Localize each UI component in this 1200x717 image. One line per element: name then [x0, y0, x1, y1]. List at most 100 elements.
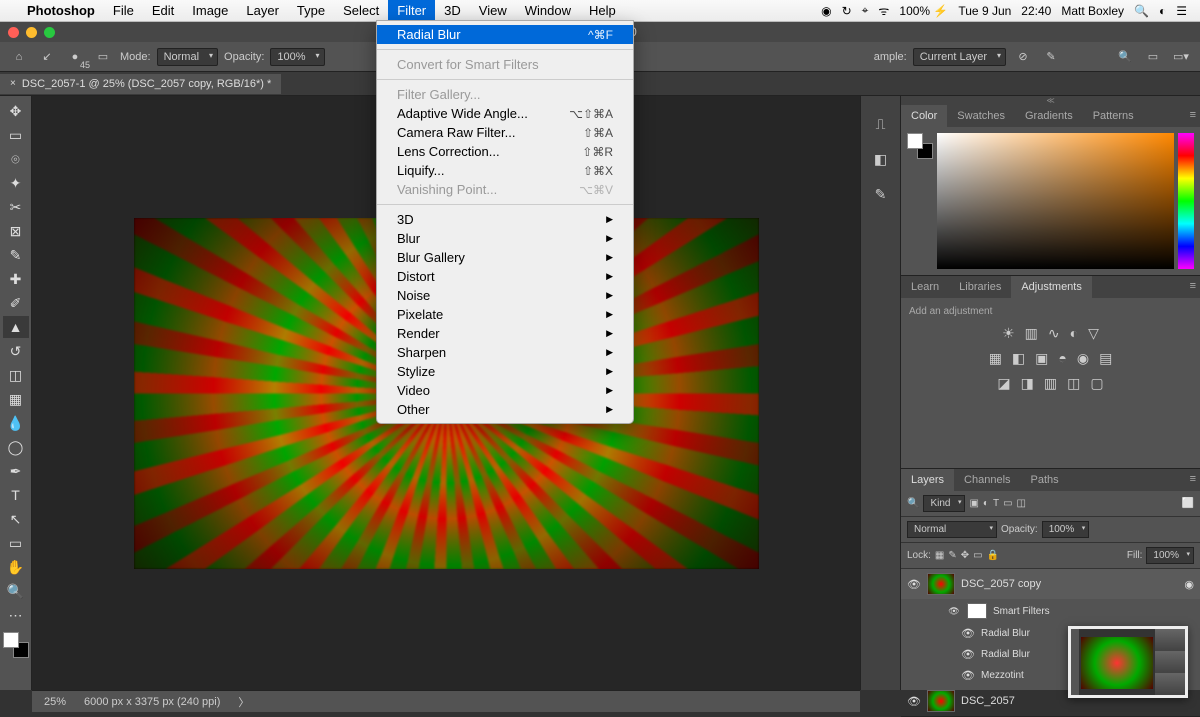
filter-distort-submenu[interactable]: Distort▶	[377, 267, 633, 286]
filter-mask-thumb[interactable]	[967, 603, 987, 619]
filter-video-submenu[interactable]: Video▶	[377, 381, 633, 400]
color-field[interactable]	[937, 133, 1174, 269]
adj-colorlut-icon[interactable]: ◉	[1077, 350, 1089, 367]
tab-color[interactable]: Color	[901, 105, 947, 127]
ignore-adj-icon[interactable]: ⊘	[1012, 46, 1034, 68]
filter-shape-icon[interactable]: ▭	[1003, 498, 1012, 509]
pen-tool-icon[interactable]: ✒	[3, 460, 29, 482]
brush-settings-icon[interactable]: ▭	[92, 46, 114, 68]
visibility-toggle-icon[interactable]: 👁	[907, 578, 921, 591]
filter-render-submenu[interactable]: Render▶	[377, 324, 633, 343]
menubar-date[interactable]: Tue 9 Jun	[958, 4, 1011, 18]
move-tool-icon[interactable]: ✥	[3, 100, 29, 122]
adj-channel-mixer-icon[interactable]: ◓	[1058, 350, 1066, 367]
layer-thumbnail[interactable]	[927, 690, 955, 712]
fill-value[interactable]: 100%	[1146, 547, 1194, 564]
adj-curves-icon[interactable]: ∿	[1048, 325, 1060, 342]
smart-filters-row[interactable]: 👁 Smart Filters	[901, 599, 1200, 623]
blend-mode-dropdown[interactable]: Normal	[157, 48, 218, 66]
dock-brushes-icon[interactable]: ✎	[875, 186, 887, 203]
search-icon[interactable]: 🔍	[1114, 46, 1136, 68]
fullscreen-window-button[interactable]	[44, 27, 55, 38]
layer-opacity-value[interactable]: 100%	[1042, 521, 1090, 538]
adj-photo-filter-icon[interactable]: ▣	[1035, 350, 1048, 367]
filter-other-submenu[interactable]: Other▶	[377, 400, 633, 419]
navigator-thumbnail[interactable]	[1068, 626, 1188, 698]
timemachine-icon[interactable]: ↻	[842, 4, 852, 18]
visibility-toggle-icon[interactable]: 👁	[961, 669, 975, 682]
healing-tool-icon[interactable]: ✚	[3, 268, 29, 290]
layer-name[interactable]: DSC_2057	[961, 695, 1015, 707]
adj-more-icon[interactable]: ▢	[1090, 375, 1103, 392]
menubar-user[interactable]: Matt Boxley	[1061, 4, 1124, 18]
app-menu[interactable]: Photoshop	[18, 0, 104, 21]
menu-layer[interactable]: Layer	[237, 0, 288, 21]
layer-blend-dropdown[interactable]: Normal	[907, 521, 997, 538]
filter-pixel-icon[interactable]: ▣	[969, 498, 978, 509]
screenrec-status-icon[interactable]: ◉	[821, 4, 831, 18]
tab-swatches[interactable]: Swatches	[947, 105, 1015, 127]
visibility-toggle-icon[interactable]: 👁	[947, 606, 961, 617]
adj-brightness-icon[interactable]: ☀	[1002, 325, 1015, 342]
opacity-dropdown[interactable]: 100%	[270, 48, 324, 66]
frame-tool-icon[interactable]: ⊠	[3, 220, 29, 242]
lock-pixels-icon[interactable]: ✎	[948, 550, 956, 561]
siri-icon[interactable]: ◐	[1159, 4, 1166, 18]
tab-learn[interactable]: Learn	[901, 276, 949, 298]
tab-layers[interactable]: Layers	[901, 469, 954, 491]
adj-exposure-icon[interactable]: ◐	[1070, 325, 1078, 342]
menu-filter[interactable]: Filter	[388, 0, 435, 21]
blur-tool-icon[interactable]: 💧	[3, 412, 29, 434]
menu-3d[interactable]: 3D	[435, 0, 470, 21]
sample-dropdown[interactable]: Current Layer	[913, 48, 1006, 66]
home-button-icon[interactable]: ⌂	[8, 46, 30, 68]
tab-channels[interactable]: Channels	[954, 469, 1020, 491]
close-window-button[interactable]	[8, 27, 19, 38]
zoom-level[interactable]: 25%	[44, 696, 66, 708]
document-tab[interactable]: × DSC_2057-1 @ 25% (DSC_2057 copy, RGB/1…	[0, 74, 281, 94]
tab-patterns[interactable]: Patterns	[1083, 105, 1144, 127]
wifi-icon[interactable]: ᯤ	[878, 2, 889, 19]
layer-row[interactable]: 👁 DSC_2057 copy ◉	[901, 569, 1200, 599]
adj-invert-icon[interactable]: ▤	[1099, 350, 1112, 367]
adj-hue-icon[interactable]: ▦	[989, 350, 1002, 367]
adj-gradient-map-icon[interactable]: ▥	[1044, 375, 1057, 392]
layer-filter-dropdown[interactable]: Kind	[923, 495, 965, 512]
type-tool-icon[interactable]: T	[3, 484, 29, 506]
filter-camera-raw[interactable]: Camera Raw Filter...⇧⌘A	[377, 123, 633, 142]
doc-dimensions[interactable]: 6000 px x 3375 px (240 ppi)	[84, 696, 220, 708]
filter-sharpen-submenu[interactable]: Sharpen▶	[377, 343, 633, 362]
quick-select-tool-icon[interactable]: ✦	[3, 172, 29, 194]
panel-menu-icon[interactable]: ≡	[1190, 473, 1196, 485]
notification-center-icon[interactable]: ☰	[1176, 4, 1187, 18]
lock-trans-icon[interactable]: ▦	[935, 550, 944, 561]
brush-tool-icon[interactable]: ✐	[3, 292, 29, 314]
history-brush-tool-icon[interactable]: ↺	[3, 340, 29, 362]
filter-gallery[interactable]: Filter Gallery...	[377, 85, 633, 104]
menu-edit[interactable]: Edit	[143, 0, 183, 21]
menu-select[interactable]: Select	[334, 0, 388, 21]
filter-toggle-icon[interactable]: ⬜	[1182, 498, 1194, 509]
layer-thumbnail[interactable]	[927, 573, 955, 595]
panel-collapse-handle[interactable]: ≪	[901, 96, 1200, 105]
filter-last-applied[interactable]: Radial Blur^⌘F	[377, 25, 633, 44]
path-select-tool-icon[interactable]: ↖	[3, 508, 29, 530]
lock-artboard-icon[interactable]: ▭	[973, 550, 982, 561]
menu-file[interactable]: File	[104, 0, 143, 21]
adj-posterize-icon[interactable]: ◪	[997, 375, 1010, 392]
filter-adaptive-wide[interactable]: Adaptive Wide Angle...⌥⇧⌘A	[377, 104, 633, 123]
battery-status[interactable]: 100% ⚡	[899, 4, 948, 18]
lock-position-icon[interactable]: ✥	[961, 550, 969, 561]
lock-all-icon[interactable]: 🔒	[987, 550, 999, 561]
tab-paths[interactable]: Paths	[1021, 469, 1069, 491]
filter-smart-icon[interactable]: ◫	[1017, 498, 1026, 509]
crop-tool-icon[interactable]: ✂	[3, 196, 29, 218]
filter-liquify[interactable]: Liquify...⇧⌘X	[377, 161, 633, 180]
spotlight-icon[interactable]: 🔍	[1134, 4, 1149, 18]
menu-window[interactable]: Window	[516, 0, 580, 21]
lasso-tool-icon[interactable]: ⌾	[3, 148, 29, 170]
tab-gradients[interactable]: Gradients	[1015, 105, 1083, 127]
filter-blur-submenu[interactable]: Blur▶	[377, 229, 633, 248]
adj-threshold-icon[interactable]: ◨	[1021, 375, 1034, 392]
hand-tool-icon[interactable]: ✋	[3, 556, 29, 578]
